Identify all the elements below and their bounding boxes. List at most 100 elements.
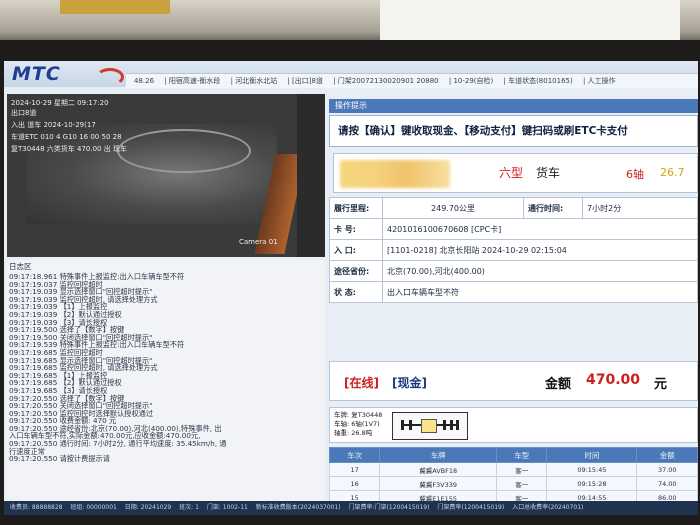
column-header: 时间	[546, 447, 638, 463]
history-cell: 客一	[496, 462, 548, 477]
history-cell: 冀冀AVBF18	[379, 462, 498, 477]
vehicle-outline	[117, 129, 251, 173]
toll-lane-screen: MTC 48.26 | 阳宿高速-衡水段 | 河北衡水北站 | [出口]8道 |…	[4, 61, 698, 515]
camera-label: Camera 01	[239, 238, 278, 246]
window-light	[380, 0, 680, 44]
table-row: 卡 号: 4201016100670608 [CPC卡]	[329, 218, 698, 240]
plate-image	[340, 160, 450, 188]
app-logo: MTC	[12, 63, 61, 85]
bottom-item: 日期: 20241029	[124, 504, 172, 511]
trip-info-table: 履行里程: 249.70公里 通行时间: 7小时2分 卡 号: 42010161…	[329, 197, 698, 303]
cash-mode[interactable]: [现金]	[392, 374, 427, 391]
history-cell: 冀冀F3V339	[379, 476, 498, 491]
wheel-icon	[401, 420, 404, 430]
bottom-item: 门架费率(1200415019)	[437, 504, 505, 511]
table-row: 入 口: [1101-0218] 北京长阳站 2024-10-29 02:15:…	[329, 239, 698, 261]
axle-weight: 26.7	[660, 166, 685, 179]
mileage-label: 履行里程:	[329, 197, 383, 219]
osd-line: 入出 道车 2024-10-29(17	[11, 121, 96, 129]
amount-value: 470.00	[586, 372, 641, 388]
status-item: | 门架20072130020901 20880	[333, 77, 439, 85]
hint-title: 操作提示	[329, 99, 698, 113]
history-cell: 37.00	[636, 462, 698, 477]
vehicle-summary: 六型 货车 6轴 26.7	[333, 153, 698, 193]
online-mode[interactable]: [在线]	[344, 374, 379, 391]
vehicle-plate-line: 车牌: 复T30448	[334, 411, 383, 419]
bottom-item: 收费员: 88888828	[10, 504, 63, 511]
time-value: 7小时2分	[582, 197, 698, 219]
column-header: 车次	[328, 447, 381, 463]
column-header: 车牌	[379, 447, 498, 463]
wheel-icon	[409, 420, 412, 430]
bottom-item: 门架费率:门架(1200415019)	[348, 504, 430, 511]
status-item: | [出口]8道	[287, 77, 323, 85]
table-row[interactable]: 16 冀冀F3V339 客一 09:15:28 74.00	[328, 476, 698, 491]
lane-status-strip: 48.26 | 阳宿高速-衡水段 | 河北衡水北站 | [出口]8道 | 门架2…	[126, 73, 698, 88]
card-label: 卡 号:	[329, 218, 383, 240]
camera-feed: 2024-10-29 星期二 09:17:20 出口8道 入出 道车 2024-…	[7, 94, 325, 257]
wheel-icon	[450, 420, 453, 430]
status-item: | 河北衡水北站	[230, 77, 278, 85]
bottom-item: 新标准收费版本(2024037001)	[255, 504, 341, 511]
status-item: | 车道状态(8010165)	[503, 77, 573, 85]
amount-label: 金额	[545, 377, 572, 392]
bottom-item: 入口总收费率(20240701)	[512, 504, 584, 511]
vehicle-detail-box: 车牌: 复T30448 车轴: 6轴(1V7) 轴重: 26.8吨	[329, 407, 698, 443]
table-row[interactable]: 17 冀冀AVBF18 客一 09:15:45 37.00	[328, 462, 698, 477]
wheel-icon	[443, 420, 446, 430]
osd-line: 2024-10-29 星期二 09:17:20	[11, 99, 109, 107]
vehicle-type: 六型	[499, 166, 524, 180]
osd-line: 出口8道	[11, 109, 37, 117]
bottom-item: 门架: 1002-11	[206, 504, 248, 511]
status-item: | 10-29(自检)	[448, 77, 494, 85]
title-bar: MTC 48.26 | 阳宿高速-衡水段 | 河北衡水北站 | [出口]8道 |…	[4, 61, 698, 88]
log-line: 09:17:20.550 通行时间: 7小时2分, 通行平均速度: 35.45k…	[9, 439, 227, 449]
entry-label: 入 口:	[329, 239, 383, 261]
axle-count: 6轴	[626, 168, 644, 181]
osd-line: 车道ETC 010 4 G10 16 00 50 28	[11, 133, 122, 141]
history-cell: 客一	[496, 476, 548, 491]
vehicle-class: 货车	[536, 166, 561, 180]
table-row: 履行里程: 249.70公里 通行时间: 7小时2分	[329, 197, 698, 219]
entry-value: [1101-0218] 北京长阳站 2024-10-29 02:15:04	[382, 239, 698, 261]
bottom-item: 班组: 00000001	[70, 504, 117, 511]
history-cell: 09:15:28	[546, 476, 638, 491]
osd-line: 复T30448 六类货车 470.00 出 现车	[11, 145, 127, 153]
provinces-value: 北京(70.00),河北(400.00)	[382, 260, 698, 282]
time-label: 通行时间:	[523, 197, 584, 219]
logo-swoosh-icon	[96, 68, 124, 86]
bottom-status-strip: 收费员: 88888828 班组: 00000001 日期: 20241029 …	[4, 501, 698, 515]
log-area[interactable]: 日志区 09:17:18.961 特殊事件上报监控:出入口车辆车型不符 09:17…	[7, 260, 325, 503]
table-row: 状 态: 出入口车辆车型不符	[329, 281, 698, 303]
column-header: 车型	[496, 447, 548, 463]
column-header: 金额	[636, 447, 698, 463]
vehicle-axle-line: 车轴: 6轴(1V7)	[334, 420, 380, 428]
bottom-item: 班次: 1	[179, 504, 199, 511]
vehicle-detail-text: 车牌: 复T30448 车轴: 6轴(1V7) 轴重: 26.8吨	[334, 411, 382, 438]
operation-prompt: 请按【确认】键收取现金、【移动支付】键扫码或刷ETC卡支付	[329, 115, 698, 147]
operation-panel: 操作提示 请按【确认】键收取现金、【移动支付】键扫码或刷ETC卡支付 六型 货车…	[328, 99, 698, 515]
provinces-label: 途径省份:	[329, 260, 383, 282]
vehicle-weight-line: 轴重: 26.8吨	[334, 429, 373, 437]
history-header: 车次 车牌 车型 时间 金额	[328, 447, 698, 463]
amount-unit: 元	[654, 377, 668, 392]
cab-icon	[421, 419, 437, 433]
history-cell: 74.00	[636, 476, 698, 491]
state-label: 状 态:	[329, 281, 383, 303]
card-value: 4201016100670608 [CPC卡]	[382, 218, 698, 240]
axle-diagram	[392, 412, 468, 440]
log-line: 09:17:20.550 请按计费提示请	[9, 454, 110, 464]
state-value: 出入口车辆车型不符	[382, 281, 698, 303]
history-cell: 17	[328, 462, 381, 477]
history-cell: 16	[328, 476, 381, 491]
payment-area: [在线] [现金] 金额 470.00 元	[329, 361, 698, 401]
table-row: 途径省份: 北京(70.00),河北(400.00)	[329, 260, 698, 282]
status-item: | 人工操作	[582, 77, 616, 85]
mileage-value: 249.70公里	[381, 197, 525, 219]
status-item: 48.26	[134, 77, 155, 85]
overhead-sign	[60, 0, 170, 14]
camera-edge	[297, 94, 325, 257]
log-lines: 09:17:18.961 特殊事件上报监控:出入口车辆车型不符 09:17:19.…	[7, 273, 325, 463]
status-item: | 阳宿高速-衡水段	[164, 77, 221, 85]
wheel-icon	[456, 420, 459, 430]
